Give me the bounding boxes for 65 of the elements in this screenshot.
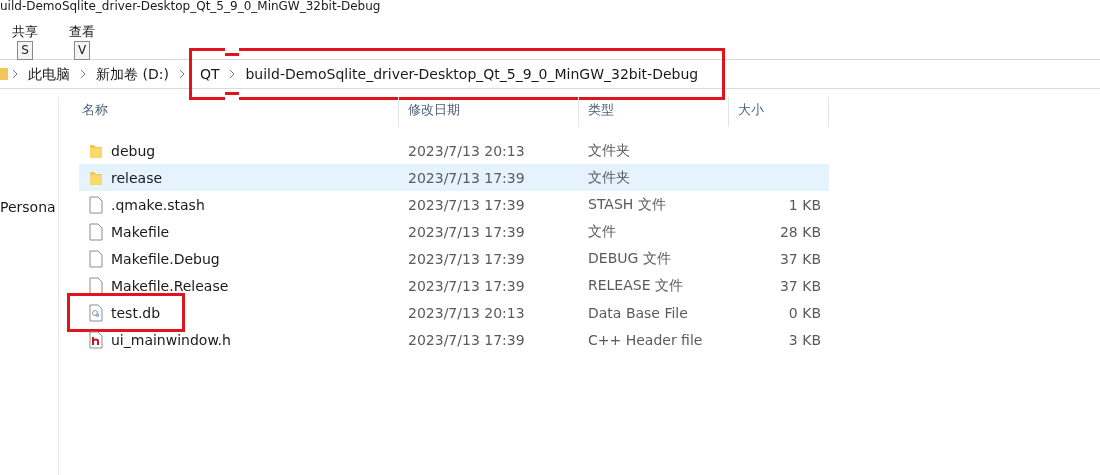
file-row[interactable]: Makefile.Debug 2023/7/13 17:39 DEBUG 文件 37 KB	[79, 245, 829, 272]
chevron-icon	[178, 69, 185, 79]
column-header[interactable]: 类型	[579, 97, 729, 127]
file-name: Makefile	[111, 223, 170, 240]
date-cell-text: 2023/7/13 17:39	[407, 249, 526, 269]
type-cell-text: C++ Header file	[587, 330, 704, 350]
chevron-icon	[229, 69, 236, 79]
ribbon-tab[interactable]: 共享	[12, 24, 38, 40]
key-tip: S	[17, 41, 33, 60]
file-name: Makefile.Debug	[111, 250, 220, 267]
column-header[interactable]: 修改日期	[399, 97, 579, 127]
sidebar-item[interactable]: Persona	[0, 199, 58, 215]
chevron-icon	[12, 69, 18, 79]
file-name: ui_mainwindow.h	[111, 331, 231, 348]
file-row[interactable]: .qmake.stash 2023/7/13 17:39 STASH 文件 1 KB	[79, 191, 829, 218]
size-cell-text: 3 KB	[787, 330, 822, 350]
chevron-icon	[80, 69, 86, 79]
column-header[interactable]: 大小	[729, 97, 829, 127]
folder-icon	[89, 142, 103, 159]
date-cell-text: 2023/7/13 20:13	[407, 303, 526, 323]
type-cell-text: DEBUG 文件	[587, 248, 672, 268]
file-row[interactable]: test.db 2023/7/13 20:13 Data Base File 0 KB	[79, 299, 829, 326]
type-cell-text: STASH 文件	[587, 194, 667, 214]
date-cell-text: 2023/7/13 17:39	[407, 195, 526, 215]
folder-icon	[0, 67, 8, 81]
breadcrumb-item[interactable]: 新加卷 (D:)	[90, 64, 175, 84]
size-cell-text: 0 KB	[787, 303, 822, 323]
size-cell-text: 37 KB	[778, 276, 822, 296]
file-name: Makefile.Release	[111, 277, 229, 294]
size-cell-text: 1 KB	[787, 195, 822, 215]
file-row[interactable]: debug 2023/7/13 20:13 文件夹	[79, 137, 829, 164]
file-row[interactable]: Makefile.Release 2023/7/13 17:39 RELEASE 文件 37 KB	[79, 272, 829, 299]
file-row[interactable]: release 2023/7/13 17:39 文件夹	[79, 164, 829, 191]
window-title: uild-DemoSqlite_driver-Desktop_Qt_5_9_0_MinGW_32bit-Debug	[0, 0, 381, 13]
file-name: debug	[111, 142, 156, 159]
breadcrumb-item[interactable]: build-DemoSqlite_driver-Desktop_Qt_5_9_0_MinGW_32bit-Debug	[239, 48, 726, 100]
file-icon	[89, 195, 103, 214]
folder-icon	[89, 169, 103, 186]
file-name: .qmake.stash	[111, 196, 205, 213]
date-cell-text: 2023/7/13 17:39	[407, 276, 526, 296]
file-name: release	[111, 169, 163, 186]
header-file-icon	[89, 330, 103, 349]
date-cell-text: 2023/7/13 17:39	[407, 330, 526, 350]
size-cell-text: 37 KB	[778, 249, 822, 269]
file-icon	[89, 249, 103, 268]
date-cell-text: 2023/7/13 17:39	[407, 168, 526, 188]
type-cell-text: 文件	[587, 221, 617, 241]
file-icon	[89, 276, 103, 295]
type-cell-text: 文件夹	[587, 140, 631, 160]
breadcrumb-item[interactable]: 此电脑	[22, 64, 76, 84]
size-cell-text: 28 KB	[778, 222, 822, 242]
date-cell-text: 2023/7/13 20:13	[407, 141, 526, 161]
type-cell-text: Data Base File	[587, 303, 689, 323]
type-cell-text: 文件夹	[587, 167, 631, 187]
key-tip: V	[73, 41, 91, 60]
file-icon	[89, 222, 103, 241]
file-row[interactable]: ui_mainwindow.h 2023/7/13 17:39 C++ Header file 3 KB	[79, 326, 829, 353]
file-row[interactable]: Makefile 2023/7/13 17:39 文件 28 KB	[79, 218, 829, 245]
ribbon-tab[interactable]: 查看	[69, 24, 95, 40]
column-header[interactable]: 名称	[79, 97, 399, 127]
database-file-icon	[89, 303, 103, 322]
breadcrumb-item[interactable]: QT	[188, 48, 226, 100]
type-cell-text: RELEASE 文件	[587, 275, 684, 295]
date-cell-text: 2023/7/13 17:39	[407, 222, 526, 242]
file-name: test.db	[111, 304, 161, 321]
